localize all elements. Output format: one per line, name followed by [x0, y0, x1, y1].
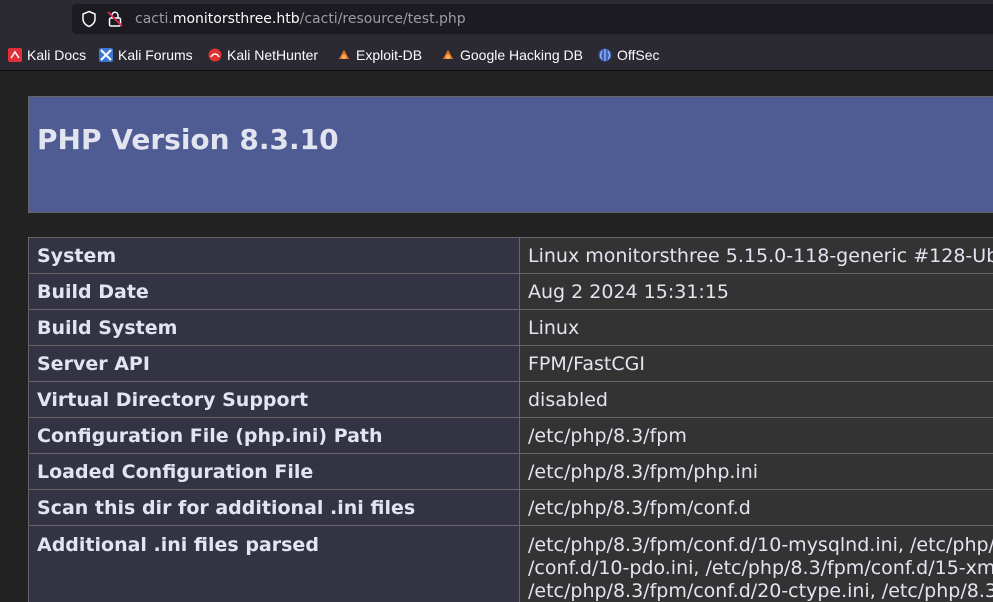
- url-text[interactable]: cacti.monitorsthree.htb/cacti/resource/t…: [135, 11, 466, 27]
- row-key: Loaded Configuration File: [28, 453, 520, 490]
- row-key: System: [28, 237, 520, 274]
- value-line: /conf.d/10-pdo.ini, /etc/php/8.3/fpm/con…: [528, 557, 993, 579]
- row-value: Linux: [519, 309, 993, 346]
- row-value: disabled: [519, 381, 993, 418]
- bookmark-kali-docs[interactable]: Kali Docs: [8, 46, 86, 64]
- row-key: Additional .ini files parsed: [28, 525, 520, 602]
- offsec-icon: [598, 48, 612, 62]
- bookmark-label: Kali Docs: [27, 47, 87, 63]
- bookmark-exploit-db[interactable]: Exploit-DB: [337, 46, 422, 64]
- bookmark-kali-forums[interactable]: Kali Forums: [99, 46, 193, 64]
- bookmark-kali-nethunter[interactable]: Kali NetHunter: [208, 46, 318, 64]
- row-key: Build Date: [28, 273, 520, 310]
- row-key: Scan this dir for additional .ini files: [28, 489, 520, 526]
- browser-toolbar: cacti.monitorsthree.htb/cacti/resource/t…: [0, 0, 993, 38]
- bookmark-label: Google Hacking DB: [460, 47, 583, 63]
- table-row: Configuration File (php.ini) Path /etc/p…: [28, 417, 993, 454]
- bookmark-label: Kali Forums: [118, 47, 193, 63]
- row-key: Configuration File (php.ini) Path: [28, 417, 520, 454]
- table-row: Scan this dir for additional .ini files …: [28, 489, 993, 526]
- url-host: monitorsthree.htb: [172, 11, 300, 27]
- table-row: Virtual Directory Support disabled: [28, 381, 993, 418]
- bookmark-label: Kali NetHunter: [227, 47, 319, 63]
- bookmark-label: Exploit-DB: [356, 47, 423, 63]
- row-value: /etc/php/8.3/fpm: [519, 417, 993, 454]
- address-bar[interactable]: cacti.monitorsthree.htb/cacti/resource/t…: [72, 4, 993, 34]
- kali-forums-icon: [99, 48, 113, 62]
- ghdb-icon: [443, 50, 453, 59]
- php-version-header: PHP Version 8.3.10: [28, 96, 993, 213]
- table-row: System Linux monitorsthree 5.15.0-118-ge…: [28, 237, 993, 274]
- kali-docs-icon: [8, 48, 22, 62]
- table-row: Additional .ini files parsed /etc/php/8.…: [28, 525, 993, 602]
- page-title: PHP Version 8.3.10: [37, 123, 339, 156]
- bookmark-label: OffSec: [617, 47, 660, 63]
- value-line: /etc/php/8.3/fpm/conf.d/10-mysqlnd.ini, …: [528, 534, 993, 556]
- row-key: Build System: [28, 309, 520, 346]
- row-value: Aug 2 2024 15:31:15: [519, 273, 993, 310]
- table-row: Build Date Aug 2 2024 15:31:15: [28, 273, 993, 310]
- url-subdomain: cacti.: [135, 11, 173, 27]
- row-value: Linux monitorsthree 5.15.0-118-generic #…: [519, 237, 993, 274]
- page-content: PHP Version 8.3.10 System Linux monitors…: [0, 71, 993, 602]
- shield-icon[interactable]: [80, 10, 98, 28]
- bookmarks-toolbar: Kali Docs Kali Forums Kali NetHunter Exp…: [0, 38, 993, 71]
- table-row: Server API FPM/FastCGI: [28, 345, 993, 382]
- exploit-db-icon: [339, 50, 349, 59]
- bookmark-offsec[interactable]: OffSec: [598, 46, 660, 64]
- row-value: /etc/php/8.3/fpm/conf.d/10-mysqlnd.ini, …: [519, 525, 993, 602]
- row-key: Virtual Directory Support: [28, 381, 520, 418]
- table-row: Loaded Configuration File /etc/php/8.3/f…: [28, 453, 993, 490]
- value-line: /etc/php/8.3/fpm/conf.d/20-ctype.ini, /e…: [528, 580, 993, 602]
- kali-nethunter-icon: [208, 48, 222, 62]
- row-key: Server API: [28, 345, 520, 382]
- row-value: /etc/php/8.3/fpm/php.ini: [519, 453, 993, 490]
- url-path: /cacti/resource/test.php: [299, 11, 466, 27]
- row-value: /etc/php/8.3/fpm/conf.d: [519, 489, 993, 526]
- table-row: Build System Linux: [28, 309, 993, 346]
- phpinfo-table: System Linux monitorsthree 5.15.0-118-ge…: [28, 237, 993, 602]
- lock-insecure-icon[interactable]: [106, 10, 124, 28]
- bookmark-google-hacking-db[interactable]: Google Hacking DB: [441, 46, 583, 64]
- row-value: FPM/FastCGI: [519, 345, 993, 382]
